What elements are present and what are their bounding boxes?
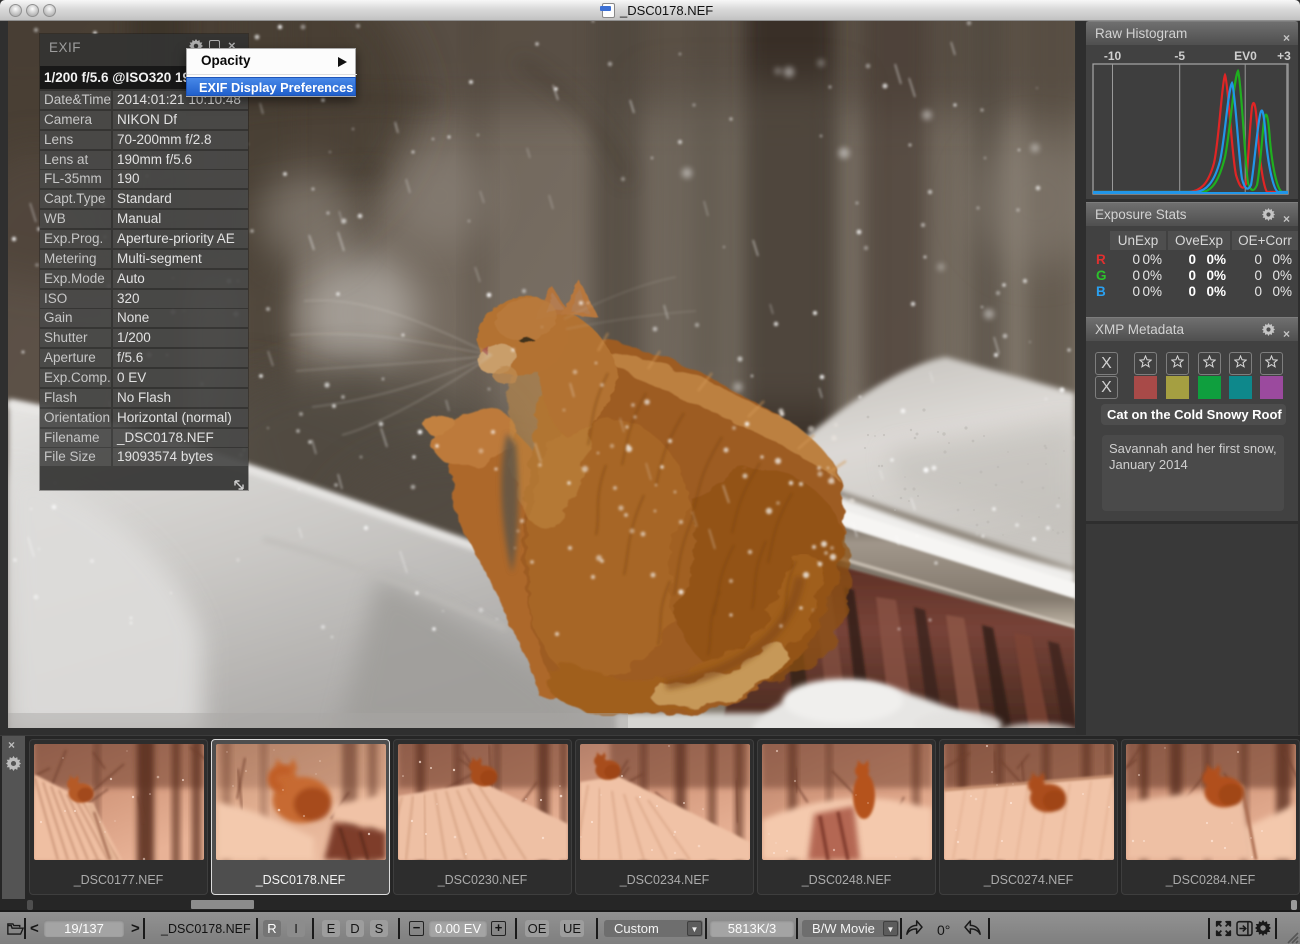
svg-text:EV0: EV0 — [1234, 49, 1257, 63]
svg-text:+3: +3 — [1277, 49, 1291, 63]
svg-text:-10: -10 — [1104, 49, 1122, 63]
svg-text:-5: -5 — [1174, 49, 1185, 63]
